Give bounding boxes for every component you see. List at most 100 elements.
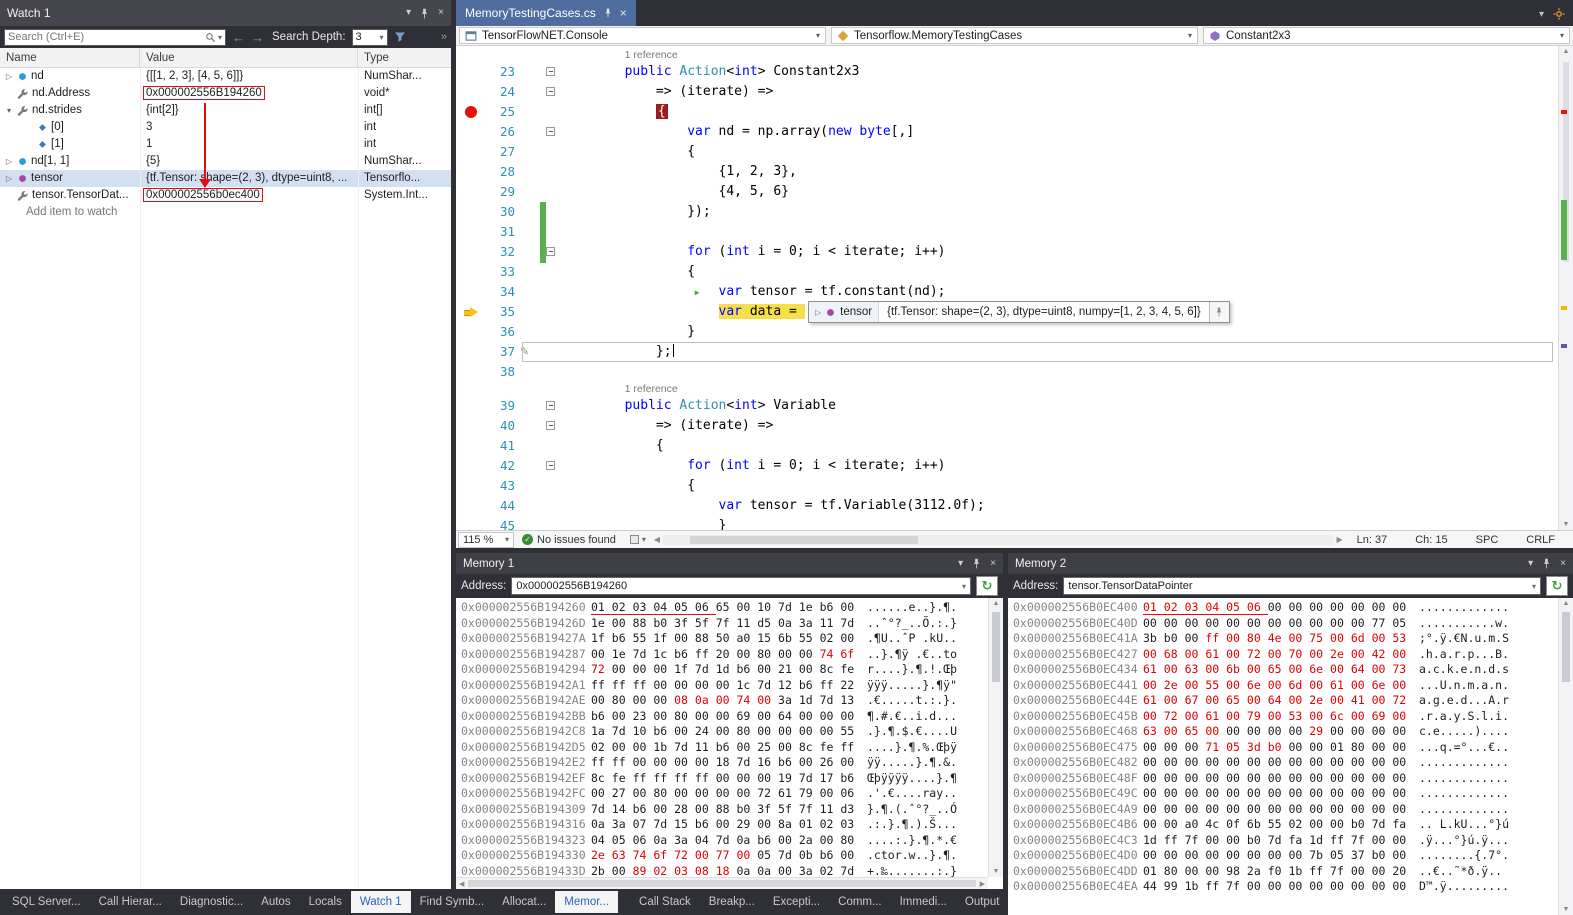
- code-line-29[interactable]: 29{4, 5, 6}: [456, 182, 1573, 202]
- code-line-26[interactable]: 26var nd = np.array(new byte[,]: [456, 122, 1573, 142]
- eol-indicator[interactable]: CRLF: [1526, 534, 1555, 546]
- scrollbar-thumb[interactable]: [468, 880, 975, 887]
- watch-row[interactable]: tensor.TensorDat...0x000002556b0ec400Sys…: [0, 187, 451, 204]
- column-separator[interactable]: [358, 68, 359, 889]
- code-line-38[interactable]: 38: [456, 362, 1573, 382]
- breakpoint-margin[interactable]: [456, 322, 486, 342]
- watch-row[interactable]: ▷tensor{tf.Tensor: shape=(2, 3), dtype=u…: [0, 170, 451, 187]
- editor-vertical-scrollbar[interactable]: ▲ ▼: [1558, 46, 1573, 530]
- breakpoint-margin[interactable]: [456, 48, 486, 62]
- address-chevron-icon[interactable]: ▾: [962, 582, 966, 591]
- class-dropdown[interactable]: Tensorflow.MemoryTestingCases ▾: [831, 27, 1198, 44]
- watch-row[interactable]: ▷nd[1, 1]{5}NumShar...: [0, 153, 451, 170]
- code-reference-row[interactable]: 1 reference: [456, 382, 1573, 396]
- tool-window-tab-sql-server[interactable]: SQL Server...: [3, 891, 90, 913]
- search-next-icon[interactable]: →: [251, 30, 264, 45]
- breakpoint-margin[interactable]: [456, 362, 486, 382]
- code-line-39[interactable]: 39public Action<int> Variable: [456, 396, 1573, 416]
- breakpoint-margin[interactable]: [456, 222, 486, 242]
- breakpoint-margin[interactable]: [456, 62, 486, 83]
- breakpoint-margin[interactable]: [456, 396, 486, 417]
- column-header-type[interactable]: Type: [358, 48, 451, 67]
- method-dropdown[interactable]: Constant2x3 ▾: [1203, 27, 1570, 44]
- tool-window-tab-breakp[interactable]: Breakp...: [700, 891, 764, 913]
- breakpoint-margin[interactable]: [456, 342, 486, 362]
- search-depth-select[interactable]: 3 ▾: [352, 29, 388, 46]
- scrollbar-track[interactable]: [663, 535, 1333, 545]
- column-header-name[interactable]: Name: [0, 48, 140, 67]
- code-line-23[interactable]: 23public Action<int> Constant2x3: [456, 62, 1573, 82]
- code-line-36[interactable]: 36}: [456, 322, 1573, 342]
- code-line-28[interactable]: 28{1, 2, 3},: [456, 162, 1573, 182]
- breakpoint-margin[interactable]: [456, 456, 486, 477]
- tool-window-tab-allocat[interactable]: Allocat...: [493, 891, 555, 913]
- expander-icon[interactable]: ▷: [4, 170, 14, 187]
- collapse-box-icon[interactable]: [546, 87, 555, 96]
- scroll-down-icon[interactable]: ▼: [989, 868, 1003, 875]
- watch-row[interactable]: [1]1int: [0, 136, 451, 153]
- reference-count[interactable]: 1 reference: [625, 49, 678, 61]
- refresh-icon[interactable]: ↻: [976, 576, 998, 596]
- document-tab[interactable]: MemoryTestingCases.cs ×: [456, 0, 636, 26]
- collapse-box-icon[interactable]: [546, 67, 555, 76]
- tool-window-tab-diagnostic[interactable]: Diagnostic...: [171, 891, 252, 913]
- project-dropdown[interactable]: TensorFlowNET.Console ▾: [459, 27, 826, 44]
- tab-close-icon[interactable]: ×: [620, 6, 627, 20]
- code-line-40[interactable]: 40=> (iterate) =>: [456, 416, 1573, 436]
- code-line-37[interactable]: 37✎};: [456, 342, 1573, 362]
- close-icon[interactable]: ×: [438, 8, 444, 18]
- window-position-chevron-icon[interactable]: ▾: [406, 8, 411, 18]
- scroll-up-icon[interactable]: ▲: [1559, 600, 1573, 607]
- address-input[interactable]: [516, 580, 959, 592]
- datatip-pin-icon[interactable]: [1209, 302, 1229, 322]
- tool-window-tab-call-stack[interactable]: Call Stack: [630, 891, 700, 913]
- search-options-chevron-icon[interactable]: ▾: [218, 33, 222, 42]
- settings-gear-icon[interactable]: [1553, 8, 1565, 20]
- breakpoint-margin[interactable]: [456, 82, 486, 103]
- spaces-indicator[interactable]: SPC: [1476, 534, 1499, 546]
- breakpoint-margin[interactable]: [456, 282, 486, 302]
- scroll-down-icon[interactable]: ▼: [1559, 521, 1573, 528]
- pin-icon[interactable]: [1541, 558, 1552, 569]
- pin-icon[interactable]: [971, 558, 982, 569]
- memory1-horizontal-scrollbar[interactable]: ◀ ▶: [456, 877, 988, 889]
- code-line-42[interactable]: 42for (int i = 0; i < iterate; i++): [456, 456, 1573, 476]
- add-watch-row[interactable]: Add item to watch: [0, 204, 451, 221]
- tool-window-tab-excepti[interactable]: Excepti...: [764, 891, 829, 913]
- breakpoint-margin[interactable]: [456, 202, 486, 222]
- scrollbar-thumb[interactable]: [1562, 612, 1570, 682]
- memory1-vertical-scrollbar[interactable]: ▲ ▼: [988, 598, 1003, 877]
- tool-window-tab-autos[interactable]: Autos: [252, 891, 299, 913]
- scroll-down-icon[interactable]: ▼: [1559, 906, 1573, 913]
- code-line-45[interactable]: 45}: [456, 516, 1573, 530]
- watch-row[interactable]: nd.Address0x000002556B194260void*: [0, 85, 451, 102]
- filter-icon[interactable]: [394, 31, 406, 43]
- breakpoint-margin[interactable]: [456, 162, 486, 182]
- expander-icon[interactable]: ▷: [4, 153, 14, 170]
- breakpoint-margin[interactable]: [456, 142, 486, 162]
- search-previous-icon[interactable]: ←: [232, 30, 245, 45]
- breakpoint-icon[interactable]: [465, 106, 477, 118]
- scroll-right-icon[interactable]: ▶: [1336, 535, 1342, 544]
- tool-window-tab-immedi[interactable]: Immedi...: [891, 891, 956, 913]
- marker-dropdown[interactable]: ▾: [630, 535, 646, 544]
- line-indicator[interactable]: Ln: 37: [1357, 534, 1388, 546]
- scroll-up-icon[interactable]: ▲: [989, 600, 1003, 607]
- collapse-box-icon[interactable]: [546, 127, 555, 136]
- breakpoint-margin[interactable]: [456, 242, 486, 263]
- code-line-43[interactable]: 43{: [456, 476, 1573, 496]
- memory2-vertical-scrollbar[interactable]: ▲ ▼: [1558, 598, 1573, 915]
- column-header-value[interactable]: Value: [140, 48, 358, 67]
- scroll-up-icon[interactable]: ▲: [1559, 48, 1573, 55]
- code-line-27[interactable]: 27{: [456, 142, 1573, 162]
- breakpoint-margin[interactable]: [456, 302, 486, 324]
- breakpoint-margin[interactable]: [456, 262, 486, 282]
- breakpoint-margin[interactable]: [456, 436, 486, 456]
- watch-row[interactable]: ▾nd.strides{int[2]}int[]: [0, 102, 451, 119]
- code-line-32[interactable]: 32for (int i = 0; i < iterate; i++): [456, 242, 1573, 262]
- reference-count[interactable]: 1 reference: [625, 383, 678, 395]
- scrollbar-thumb[interactable]: [992, 612, 1000, 682]
- code-line-41[interactable]: 41{: [456, 436, 1573, 456]
- code-line-44[interactable]: 44var tensor = tf.Variable(3112.0f);: [456, 496, 1573, 516]
- address-input[interactable]: [1068, 580, 1529, 592]
